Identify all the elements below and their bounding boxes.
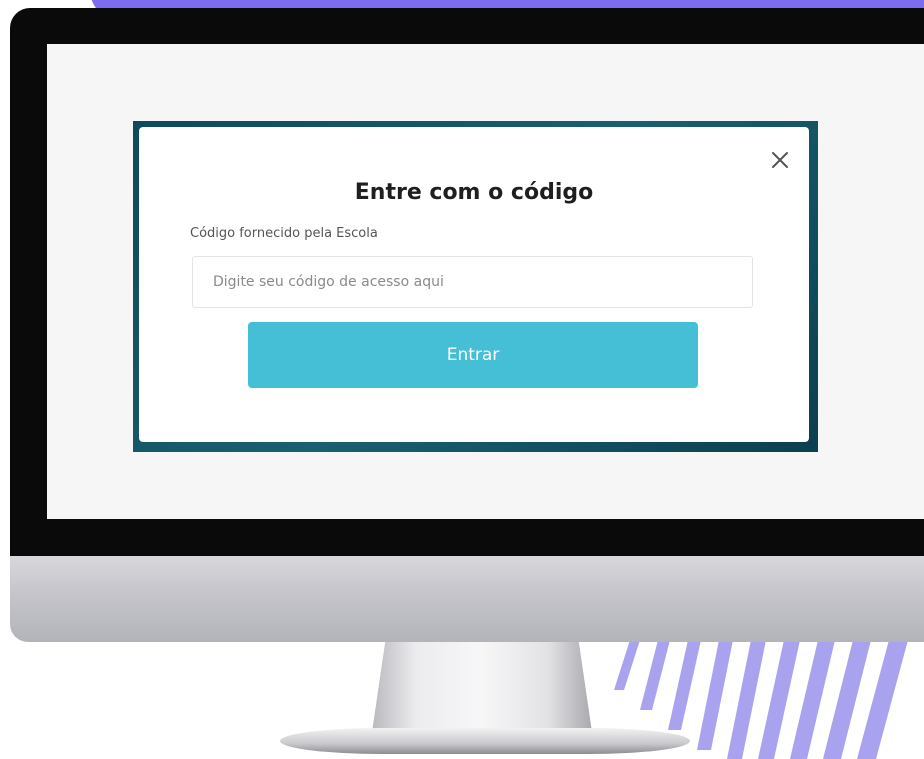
monitor-stand xyxy=(372,642,592,732)
access-code-input[interactable] xyxy=(192,256,753,308)
code-field-label: Código fornecido pela Escola xyxy=(190,226,378,241)
modal-title: Entre com o código xyxy=(354,180,594,205)
close-button[interactable] xyxy=(766,146,794,174)
monitor-base xyxy=(280,728,690,754)
close-icon xyxy=(772,152,788,168)
enter-button[interactable]: Entrar xyxy=(248,322,698,388)
monitor-chin xyxy=(10,556,924,642)
